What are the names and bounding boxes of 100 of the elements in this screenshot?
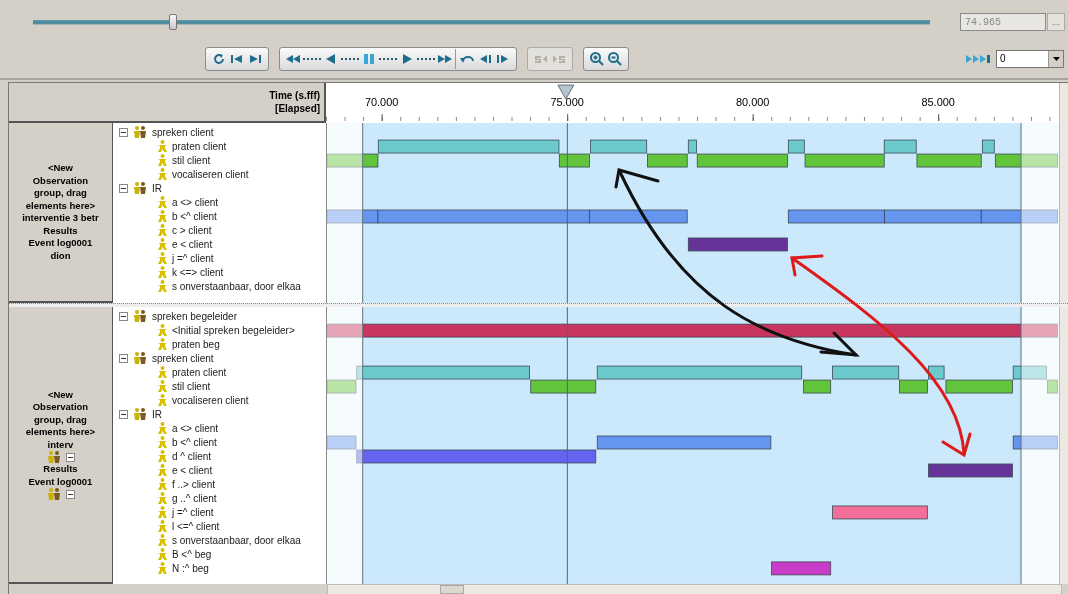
group-label: Event log0001 (28, 237, 93, 250)
tree-item[interactable]: vocaliseren client (171, 168, 249, 180)
person-icon (156, 534, 168, 546)
tick-label: 70.000 (365, 96, 399, 108)
time-label: Time (s.fff) (269, 89, 321, 102)
vertical-scrollbar[interactable] (1059, 123, 1068, 303)
person-icon (156, 168, 168, 180)
tree-item[interactable]: vocaliseren client (171, 394, 249, 406)
zoom-out-icon (607, 51, 623, 67)
tree-item[interactable]: e < client (171, 464, 213, 476)
person-icon (156, 280, 168, 292)
tree-item[interactable]: praten client (171, 140, 227, 152)
person-icon (156, 196, 168, 208)
loop-icon (211, 53, 227, 65)
collapse-icon[interactable] (118, 311, 128, 321)
tick-label: 85.000 (921, 96, 956, 108)
speed-icon (966, 54, 992, 64)
zoom-in-button[interactable] (589, 51, 605, 67)
people-icon (131, 352, 148, 364)
tree-item[interactable]: b <^ client (171, 436, 217, 448)
people-icon (131, 310, 148, 322)
fast-forward-icon (437, 53, 453, 65)
person-icon (156, 238, 168, 250)
tree-item[interactable]: k <=> client (171, 266, 224, 278)
people-icon (131, 408, 148, 420)
group-label: elements here> (25, 426, 96, 439)
person-icon (156, 266, 168, 278)
speed-dropdown[interactable]: 0 (996, 50, 1064, 68)
tree-item[interactable]: IR (151, 182, 162, 194)
tree-item[interactable]: a <> client (171, 422, 219, 434)
pause-icon (361, 53, 377, 65)
person-icon (156, 562, 168, 574)
person-icon (156, 464, 168, 476)
person-icon (156, 548, 168, 560)
undo-icon (459, 53, 475, 65)
tree-item[interactable]: a <> client (171, 196, 219, 208)
tree-item[interactable]: praten client (171, 366, 227, 378)
tick-label: 80.000 (736, 96, 770, 108)
time-sublabel: [Elapsed] (275, 102, 321, 115)
tree-item[interactable]: d ^ client (171, 450, 212, 462)
person-icon (156, 492, 168, 504)
vertical-scrollbar[interactable] (1059, 307, 1068, 584)
collapse-icon[interactable] (118, 353, 128, 363)
group-label: Observation (32, 174, 89, 187)
tree-item[interactable]: s onverstaanbaar, door elkaa (171, 280, 301, 292)
people-icon (131, 126, 148, 138)
tree-item[interactable]: IR (151, 408, 162, 420)
tree-item[interactable]: g ..^ client (171, 492, 217, 504)
person-icon (156, 520, 168, 532)
tree-item[interactable]: j =^ client (171, 506, 214, 518)
group-label: interventie 3 betr (22, 212, 99, 225)
people-icon (131, 182, 148, 194)
tree-item[interactable]: praten beg (171, 338, 220, 350)
group-label: elements here> (25, 199, 96, 212)
skip-start-icon (229, 53, 245, 65)
person-icon (156, 140, 168, 152)
group-label: Event log0001 (28, 475, 93, 489)
horizontal-scrollbar[interactable] (327, 584, 1062, 594)
person-icon (156, 506, 168, 518)
tree-item[interactable]: <Initial spreken begeleider> (171, 324, 295, 336)
tree-item[interactable]: spreken client (151, 352, 214, 364)
loop-button[interactable] (211, 51, 227, 67)
people-icon (45, 451, 62, 464)
tree-item[interactable]: N :^ beg (171, 562, 209, 574)
tree-item[interactable]: stil client (171, 154, 211, 166)
dotted-line-icon (303, 57, 321, 61)
person-icon (156, 366, 168, 378)
group-label: group, drag (34, 187, 87, 200)
person-icon (156, 252, 168, 264)
tree-item[interactable]: l <=^ client (171, 520, 220, 532)
tree-item[interactable]: f ..> client (171, 478, 215, 490)
cursor-handle-icon[interactable] (557, 84, 575, 100)
collapse-icon[interactable] (118, 409, 128, 419)
tree-item[interactable]: b <^ client (171, 210, 217, 222)
tree-item[interactable]: j =^ client (171, 252, 214, 264)
tree-item[interactable]: B <^ beg (171, 548, 212, 560)
tree-item[interactable]: s onverstaanbaar, door elkaa (171, 534, 301, 546)
person-icon (156, 394, 168, 406)
tree-item[interactable]: e < client (171, 238, 213, 250)
dotted-line-icon (379, 57, 397, 61)
collapse-icon[interactable] (118, 127, 128, 137)
browse-button[interactable]: ... (1047, 13, 1065, 31)
collapse-icon[interactable] (118, 183, 128, 193)
tree-item[interactable]: c > client (171, 224, 212, 236)
dotted-line-icon (341, 57, 359, 61)
person-icon (156, 380, 168, 392)
tree-item[interactable]: stil client (171, 380, 211, 392)
collapse-icon (65, 489, 75, 499)
tree-item[interactable]: spreken client (151, 126, 214, 138)
pause-button[interactable] (361, 51, 377, 67)
fast-rewind-icon (285, 53, 301, 65)
zoom-out-button[interactable] (607, 51, 623, 67)
tree-item[interactable]: spreken begeleider (151, 310, 237, 322)
dotted-line-icon (417, 57, 435, 61)
slider-thumb[interactable] (168, 14, 177, 30)
person-icon (156, 210, 168, 222)
collapse-icon (65, 452, 75, 462)
person-icon (156, 478, 168, 490)
person-icon (156, 450, 168, 462)
person-icon (156, 422, 168, 434)
